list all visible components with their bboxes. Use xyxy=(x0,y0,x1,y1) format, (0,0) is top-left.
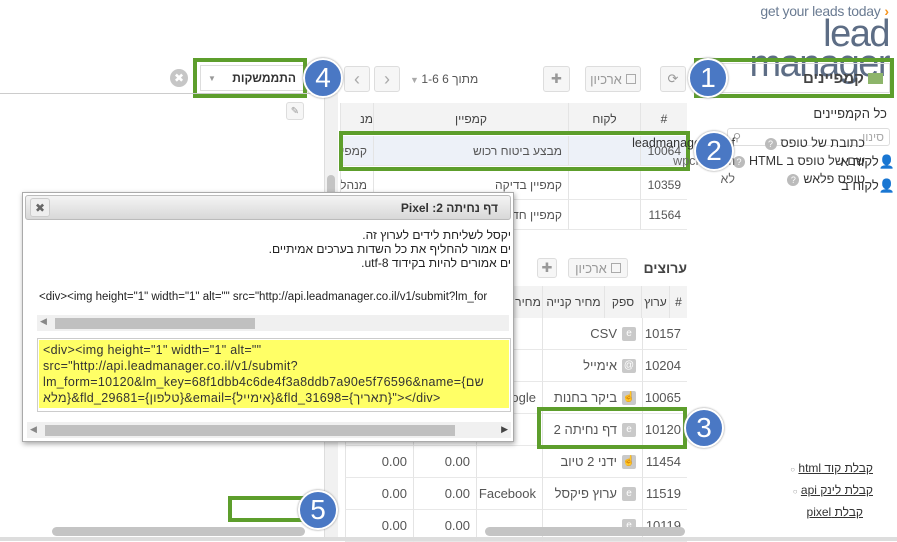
archive-icon xyxy=(625,74,636,84)
cell-supplier: Facebook xyxy=(476,478,542,510)
property-label: טופס פלאש? xyxy=(787,172,865,186)
refresh-icon: ⟳ xyxy=(667,71,679,86)
archive-icon xyxy=(610,263,621,273)
scroll-right-icon[interactable]: ▶ xyxy=(501,424,508,435)
cell-client xyxy=(568,170,640,200)
cell-name: ☝ ידני 2 טיוב xyxy=(542,446,642,478)
help-icon[interactable]: ? xyxy=(764,137,777,150)
cell-client xyxy=(568,200,640,230)
cell-id: 11454 xyxy=(642,446,687,478)
plus-icon: ✚ xyxy=(541,260,553,275)
pagination-text[interactable]: ▼ 1-6 מתוך 6 xyxy=(410,72,478,86)
dialog-bottom-scrollbar[interactable]: ◀ ▶ xyxy=(27,422,511,438)
cell-id: 10157 xyxy=(642,318,687,350)
dialog-titlebar[interactable]: דף נחיתה 2: Pixel ✖ xyxy=(25,195,511,220)
hand-icon: ☝ xyxy=(622,390,636,405)
column-header[interactable]: ערוץ xyxy=(641,286,669,318)
property-value: לא xyxy=(720,172,735,186)
refresh-button[interactable]: ⟳ xyxy=(660,66,686,92)
add-channel-button[interactable]: ✚ xyxy=(537,258,557,278)
cell-id: 10359 xyxy=(640,170,687,200)
step-badge-2: 2 xyxy=(694,131,734,171)
divider xyxy=(0,93,328,94)
cell-sell: 0.00 xyxy=(345,446,413,478)
code-text: src="http://api.leadmanager.co.il/v1/sub… xyxy=(43,359,298,373)
property-label: שם של טופס ב HTML? xyxy=(733,154,865,168)
prev-page-button[interactable]: ‹ xyxy=(344,66,370,92)
cell-name: @ אימייל xyxy=(542,350,642,382)
scroll-left-icon[interactable]: ◀ xyxy=(30,424,37,435)
middle-horizontal-scrollbar[interactable] xyxy=(485,527,685,536)
cell-id: 11519 xyxy=(642,478,687,510)
dialog-title: דף נחיתה 2: Pixel xyxy=(400,201,498,215)
cell-supplier xyxy=(476,446,542,478)
cell-id: 11564 xyxy=(640,200,687,230)
column-header[interactable]: # xyxy=(669,286,687,318)
hand-icon: ☝ xyxy=(622,454,636,469)
channels-archive-button[interactable]: ארכיון xyxy=(568,258,628,278)
help-icon[interactable]: ? xyxy=(787,173,800,186)
scrollbar-thumb[interactable] xyxy=(55,318,255,329)
close-panel-icon[interactable]: ✖ xyxy=(170,69,188,87)
plus-icon: ✚ xyxy=(551,71,562,86)
dialog-close-button[interactable]: ✖ xyxy=(30,198,50,217)
code-line: <div><img height="1" width="1" alt="" sr… xyxy=(39,291,488,303)
next-page-button[interactable]: › xyxy=(374,66,400,92)
step-badge-4: 4 xyxy=(303,58,343,98)
cell-buy: 0.00 xyxy=(413,478,476,510)
cell-sell: 0.00 xyxy=(345,478,413,510)
code-text: <div><img height="1" width="1" alt="" xyxy=(43,343,262,357)
archive-button[interactable]: ארכיון xyxy=(585,66,641,92)
edit-button[interactable]: ✎ xyxy=(286,102,304,120)
bottom-bar xyxy=(0,537,897,541)
step-badge-3: 3 xyxy=(684,408,724,448)
pixel-dialog: דף נחיתה 2: Pixel ✖ יקסל לשליחת לידים לע… xyxy=(22,192,514,442)
email-icon: @ xyxy=(622,358,636,373)
add-campaign-button[interactable]: ✚ xyxy=(543,66,570,92)
filter-placeholder: סינון xyxy=(862,130,884,144)
highlight-4 xyxy=(193,58,307,98)
web-icon: e xyxy=(622,486,636,501)
column-header[interactable]: ספק xyxy=(604,286,641,318)
code-text: מלא}&fld_29681={טלפון}&email={אימייל}&fl… xyxy=(43,391,441,405)
step-badge-5: 5 xyxy=(298,490,338,530)
cell-name: e ערוץ פיקסל xyxy=(542,478,642,510)
pixel-code-textarea[interactable]: <div><img height="1" width="1" alt="" src… xyxy=(37,338,511,412)
highlight-5 xyxy=(228,496,306,522)
dialog-instructions: יקסל לשליחת לידים לערוץ זה. ים אמור להחלי… xyxy=(268,228,511,270)
highlight-3 xyxy=(537,407,687,449)
left-horizontal-scrollbar[interactable] xyxy=(52,527,305,536)
column-header[interactable]: מחיר קנייה xyxy=(542,286,604,318)
user-icon: 👤 xyxy=(878,154,895,169)
get-api-link[interactable]: קבלת לינק api xyxy=(801,483,873,497)
web-icon: e xyxy=(622,326,636,341)
cell-id: 10204 xyxy=(642,350,687,382)
dialog-hscroll-track[interactable]: ◀ xyxy=(37,315,509,331)
user-icon: 👤 xyxy=(878,178,895,193)
step-badge-1: 1 xyxy=(688,58,728,98)
close-icon: ✖ xyxy=(34,201,46,215)
cell-buy: 0.00 xyxy=(413,446,476,478)
cell-name: e CSV xyxy=(542,318,642,350)
link-list: קבלת קוד html ○ קבלת לינק api ○ קבלת pix… xyxy=(790,461,873,519)
chevron-down-icon: ▼ xyxy=(410,75,422,85)
scroll-left-icon[interactable]: ◀ xyxy=(40,316,47,327)
column-header[interactable]: מחיר xyxy=(513,286,542,318)
get-pixel-link[interactable]: קבלת pixel xyxy=(807,505,863,519)
all-campaigns-link[interactable]: כל הקמפיינים xyxy=(813,106,887,121)
property-label: כתובת של טופס? xyxy=(764,136,865,150)
channels-title: ערוצים xyxy=(643,260,688,276)
pencil-icon: ✎ xyxy=(290,105,300,117)
code-text: lm_form=10120&lm_key=68f1dbb4c6de4f3a8dd… xyxy=(43,375,485,389)
scrollbar-thumb[interactable] xyxy=(45,425,455,436)
get-html-code-link[interactable]: קבלת קוד html xyxy=(798,461,873,475)
